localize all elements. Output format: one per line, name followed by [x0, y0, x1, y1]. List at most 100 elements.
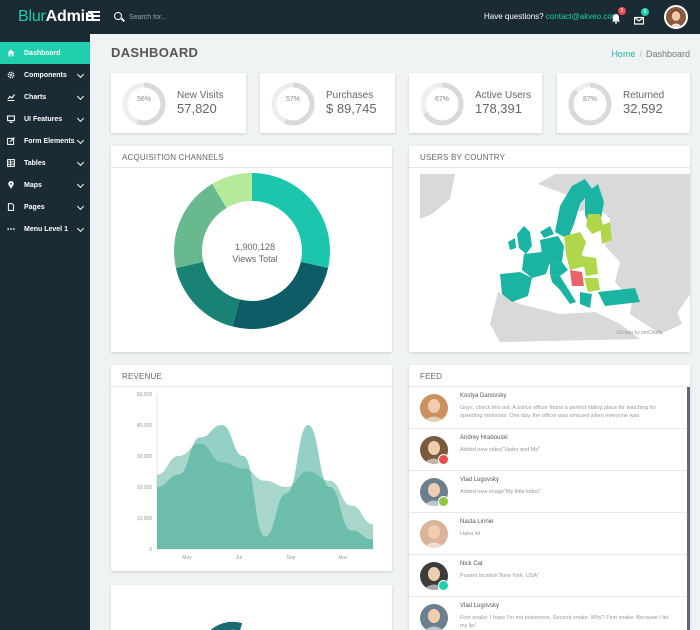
breadcrumb: Home / Dashboard [611, 49, 690, 59]
chart-icon [7, 93, 15, 101]
feed-scrollbar[interactable] [687, 387, 690, 630]
stat-percent: 67% [434, 96, 449, 103]
stat-value: 32,592 [623, 101, 663, 116]
stat-label: Active Users [475, 90, 532, 101]
feed-author-name[interactable]: Kostya Danovsky [460, 393, 506, 399]
chevron-down-icon [76, 92, 85, 101]
search-box [114, 11, 254, 23]
sidebar-item-label: Dashboard [24, 49, 61, 57]
feed-author-name[interactable]: Nick Cat [460, 561, 483, 567]
stat-label: Returned [623, 90, 665, 101]
chevron-down-icon [76, 136, 85, 145]
stat-ring [122, 82, 166, 126]
chevron-down-icon [76, 224, 85, 233]
feed-author-name[interactable]: Nasta Linnie [460, 519, 493, 525]
x-tick-label: Nov [339, 555, 348, 561]
feed-author-name[interactable]: Andrey Hrabouski [460, 435, 508, 441]
sidebar-item-label: Form Elements [24, 137, 75, 145]
app-logo[interactable]: BlurAdmin [18, 8, 95, 26]
feed-message: Haha lol [460, 531, 481, 537]
sidebar-item-ui-features[interactable]: UI Features [0, 108, 90, 130]
gear-icon [7, 71, 15, 79]
sidebar-item-label: Pages [24, 203, 45, 211]
menu-toggle-icon[interactable] [88, 11, 100, 21]
breadcrumb-home-link[interactable]: Home [611, 49, 635, 59]
messages-button[interactable]: 5 [633, 8, 649, 25]
user-avatar[interactable] [664, 5, 688, 29]
chevron-down-icon [76, 70, 85, 79]
stat-ring [420, 82, 464, 126]
bottom-card [111, 585, 392, 630]
bottom-card-chart [210, 621, 243, 630]
donut-center: 1,900,128 Views Total [225, 241, 285, 265]
sidebar-item-tables[interactable]: Tables [0, 152, 90, 174]
donut-segment-2[interactable] [232, 261, 329, 329]
donut-segment-3[interactable] [175, 261, 240, 327]
map-credit: JS map by amCharts [616, 330, 663, 336]
feed-item[interactable]: Nick Cat Posted location"New York, USA" [409, 555, 687, 597]
feed-list: Kostya Danovsky Guys, check this out: A p… [409, 387, 687, 630]
search-input[interactable] [129, 11, 239, 23]
sidebar-item-label: Maps [24, 181, 42, 189]
breadcrumb-separator: / [639, 49, 642, 59]
sidebar-item-charts[interactable]: Charts [0, 86, 90, 108]
sidebar-item-dashboard[interactable]: Dashboard [0, 42, 90, 64]
stat-label: Purchases [326, 90, 374, 101]
y-tick-label: 40,000 [137, 423, 153, 429]
feed-message: Posted location"New York, USA" [460, 573, 540, 579]
feed-author-name[interactable]: Vlad Lugovsky [460, 603, 499, 609]
sidebar-item-menu-level-1[interactable]: Menu Level 1 [0, 218, 90, 240]
sidebar-item-label: Components [24, 71, 67, 79]
page-icon [7, 203, 15, 211]
europe-map[interactable]: JS map by amCharts [420, 174, 690, 342]
feed-author-name[interactable]: Vlad Lugovsky [460, 477, 499, 483]
stat-card-new-visits: 56% New Visits 57,820 [111, 73, 246, 133]
sidebar-item-pages[interactable]: Pages [0, 196, 90, 218]
stat-card-purchases: 57% Purchases $ 89,745 [260, 73, 395, 133]
notifications-button[interactable]: 5 [611, 7, 626, 24]
feed-item[interactable]: Andrey Hrabouski Added new video"Vader an… [409, 429, 687, 471]
grid-icon [7, 159, 15, 167]
sidebar-item-maps[interactable]: Maps [0, 174, 90, 196]
stat-value: 57,820 [177, 101, 217, 116]
messages-badge: 5 [641, 8, 649, 16]
avatar[interactable] [420, 394, 448, 422]
map-region-croatia [570, 270, 584, 286]
views-total-value: 1,900,128 [234, 242, 276, 252]
feed-message: Added new image"My little kitten" [460, 489, 542, 495]
map-region-belarus [600, 222, 612, 244]
sidebar-item-label: Charts [24, 93, 47, 101]
feed-item[interactable]: Nasta Linnie Haha lol [409, 513, 687, 555]
edit-icon [7, 137, 15, 145]
stat-percent: 57% [285, 96, 300, 103]
revenue-area-chart: 0 10,000 20,000 30,000 40,000 50,000 May Jul Sep… [137, 392, 373, 561]
sidebar-item-components[interactable]: Components [0, 64, 90, 86]
search-icon [114, 12, 122, 20]
breadcrumb-current: Dashboard [645, 49, 690, 59]
ellipsis-icon [7, 225, 15, 233]
feed-item[interactable]: Vlad Lugovsky Added new image"My little k… [409, 471, 687, 513]
feed-message: First snake: I hope I'm not poisonous. S… [460, 615, 669, 629]
stat-percent: 56% [136, 96, 151, 103]
user-photo [666, 7, 686, 27]
x-tick-label: Jul [236, 555, 242, 561]
x-tick-label: Sep [287, 555, 296, 561]
sidebar-item-label: Tables [24, 159, 46, 167]
sidebar-item-label: Menu Level 1 [24, 225, 68, 233]
card-title: FEED [420, 372, 443, 381]
feed-message: Guys, check this out: A police officer f… [460, 405, 657, 419]
avatar[interactable] [420, 604, 448, 630]
questions-label: Have questions? [484, 12, 544, 21]
stat-label: New Visits [177, 90, 224, 101]
feed-type-icon [438, 580, 449, 591]
stat-value: $ 89,745 [326, 101, 377, 116]
y-tick-label: 30,000 [137, 454, 153, 460]
sidebar-item-form-elements[interactable]: Form Elements [0, 130, 90, 152]
feed-type-icon [438, 454, 449, 465]
feed-item[interactable]: Vlad Lugovsky First snake: I hope I'm not… [409, 597, 687, 630]
home-icon [7, 49, 15, 57]
avatar[interactable] [420, 520, 448, 548]
donut-segment-4[interactable] [174, 183, 227, 269]
feed-item[interactable]: Kostya Danovsky Guys, check this out: A p… [409, 387, 687, 429]
contact-email-link[interactable]: contact@akveo.com [546, 12, 619, 21]
